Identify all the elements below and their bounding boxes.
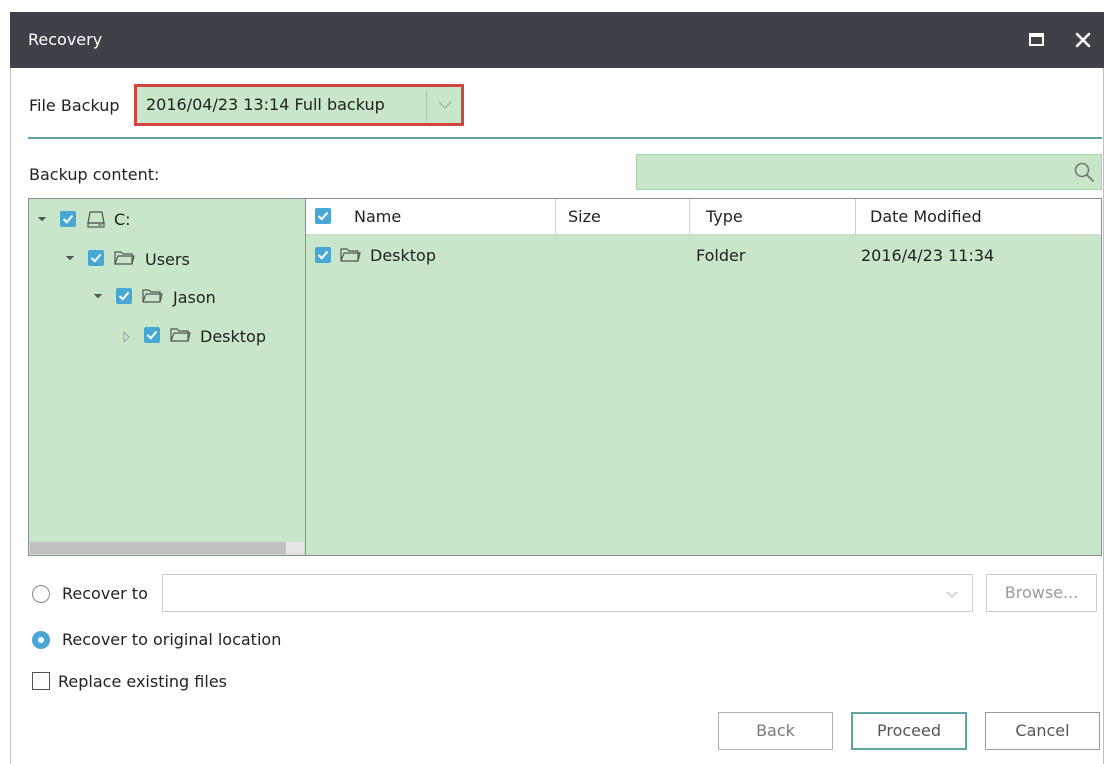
tree-checkbox-users[interactable] (88, 250, 104, 266)
folder-icon (169, 326, 191, 344)
column-header-date-modified[interactable]: Date Modified (870, 207, 982, 226)
chevron-down-icon[interactable] (435, 95, 455, 115)
replace-existing-checkbox[interactable] (32, 672, 50, 690)
dropdown-separator (426, 89, 427, 121)
recover-original-label: Recover to original location (62, 630, 282, 649)
table-row[interactable]: Desktop Folder 2016/4/23 11:34 (306, 236, 1101, 272)
recover-to-radio[interactable] (32, 585, 50, 603)
tree-checkbox-desktop[interactable] (144, 327, 160, 343)
cancel-button[interactable]: Cancel (985, 712, 1100, 750)
title-bar (10, 12, 1104, 68)
expand-icon[interactable] (65, 251, 75, 261)
close-icon[interactable] (1068, 26, 1098, 54)
file-backup-selected: 2016/04/23 13:14 Full backup (146, 95, 385, 114)
tree-checkbox-c[interactable] (60, 211, 76, 227)
tree-node-label: C: (114, 210, 131, 229)
folder-tree[interactable]: C: Users Jason Desktop (28, 198, 306, 556)
column-divider (555, 199, 556, 235)
back-button[interactable]: Back (718, 712, 833, 750)
file-list[interactable]: Name Size Type Date Modified Desktop Fol… (305, 198, 1102, 556)
column-divider (855, 199, 856, 235)
replace-existing-label: Replace existing files (58, 672, 227, 691)
search-icon[interactable] (1073, 161, 1095, 183)
chevron-down-icon[interactable] (943, 585, 961, 603)
window-title: Recovery (28, 30, 103, 49)
maximize-icon[interactable] (1022, 28, 1050, 52)
search-field[interactable] (636, 154, 1102, 190)
file-backup-dropdown[interactable]: 2016/04/23 13:14 Full backup (134, 84, 464, 126)
tree-node-label: Jason (173, 288, 216, 307)
radio-selected-dot (38, 637, 44, 643)
expand-icon[interactable] (37, 212, 47, 222)
recover-to-label: Recover to (62, 584, 148, 603)
row-checkbox[interactable] (315, 247, 331, 263)
drive-icon (86, 209, 108, 229)
select-all-checkbox[interactable] (315, 208, 331, 224)
expand-icon[interactable] (93, 289, 103, 299)
backup-content-label: Backup content: (29, 165, 160, 184)
recover-original-radio[interactable] (32, 631, 50, 649)
row-date-modified: 2016/4/23 11:34 (861, 246, 995, 265)
folder-icon (339, 246, 361, 264)
tree-node-label: Users (145, 250, 190, 269)
tree-node-label: Desktop (200, 327, 266, 346)
row-type: Folder (696, 246, 746, 265)
horizontal-scrollbar[interactable] (30, 542, 286, 554)
row-name: Desktop (370, 246, 436, 265)
collapsed-arrow-icon[interactable] (123, 328, 131, 344)
list-header: Name Size Type Date Modified (306, 199, 1101, 235)
folder-icon (141, 287, 163, 305)
column-header-name[interactable]: Name (354, 207, 401, 226)
column-divider (689, 199, 690, 235)
header-divider (28, 137, 1102, 139)
file-backup-label: File Backup (29, 96, 120, 115)
recover-to-path-input[interactable] (162, 574, 973, 612)
column-header-size[interactable]: Size (568, 207, 601, 226)
scrollbar-track[interactable] (286, 542, 304, 554)
proceed-button[interactable]: Proceed (851, 712, 967, 750)
column-header-type[interactable]: Type (706, 207, 743, 226)
tree-checkbox-jason[interactable] (116, 288, 132, 304)
browse-button[interactable]: Browse... (986, 574, 1097, 612)
folder-icon (113, 249, 135, 267)
